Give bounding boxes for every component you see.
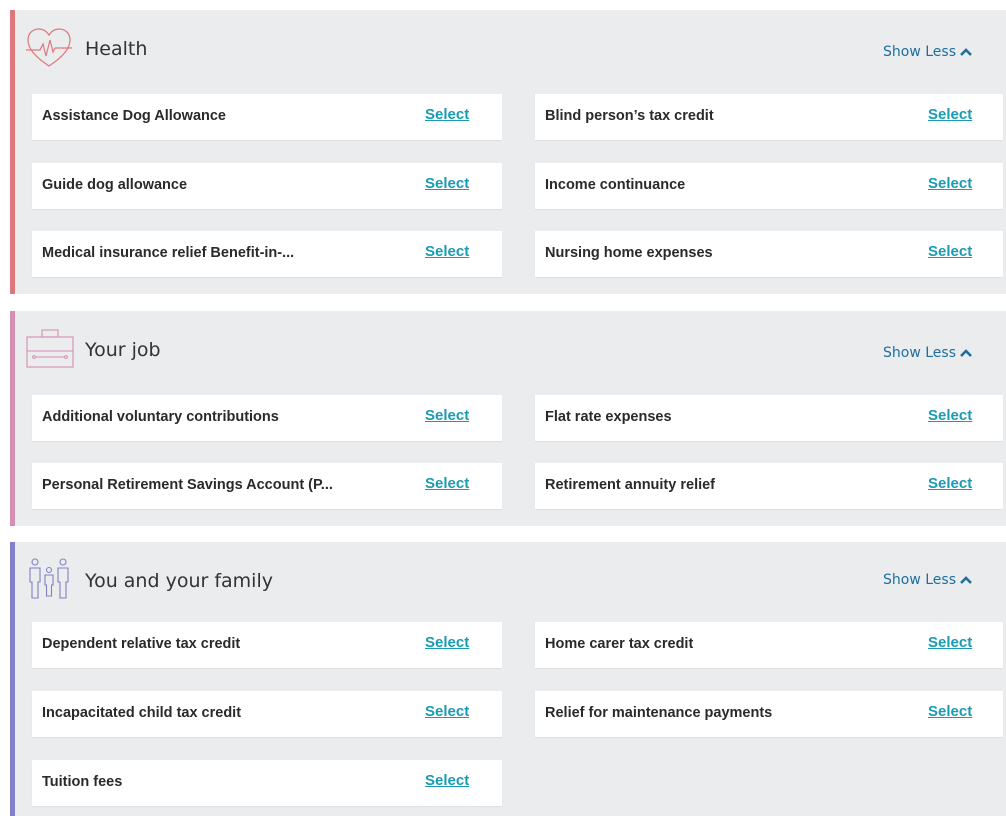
list-item: Guide dog allowance Select bbox=[32, 163, 502, 209]
item-label: Home carer tax credit bbox=[545, 636, 694, 652]
item-label: Personal Retirement Savings Account (P..… bbox=[42, 477, 333, 493]
section-you-and-your-family: You and your family Show Less Dependent … bbox=[10, 542, 1006, 816]
list-item: Nursing home expenses Select bbox=[535, 231, 1003, 277]
list-item: Blind person’s tax credit Select bbox=[535, 94, 1003, 140]
family-icon bbox=[29, 558, 69, 599]
list-item: Medical insurance relief Benefit-in-... … bbox=[32, 231, 502, 277]
list-item: Tuition fees Select bbox=[32, 760, 502, 806]
item-label: Dependent relative tax credit bbox=[42, 636, 241, 652]
item-label: Additional voluntary contributions bbox=[42, 409, 279, 425]
show-less-toggle-family[interactable]: Show Less bbox=[883, 572, 972, 588]
show-less-toggle-your-job[interactable]: Show Less bbox=[883, 345, 972, 361]
heart-pulse-icon bbox=[26, 28, 72, 67]
list-item: Incapacitated child tax credit Select bbox=[32, 691, 502, 737]
list-item: Retirement annuity relief Select bbox=[535, 463, 1003, 509]
family-accent-bar bbox=[10, 542, 15, 816]
select-link[interactable]: Select bbox=[425, 772, 469, 789]
list-item: Assistance Dog Allowance Select bbox=[32, 94, 502, 140]
section-health: Health Show Less Assistance Dog Allowanc… bbox=[10, 10, 1006, 294]
show-less-toggle-health[interactable]: Show Less bbox=[883, 44, 972, 60]
select-link[interactable]: Select bbox=[928, 703, 972, 720]
item-label: Retirement annuity relief bbox=[545, 477, 716, 493]
section-title-your-job: Your job bbox=[85, 339, 161, 361]
item-label: Income continuance bbox=[545, 177, 686, 193]
section-your-job: Your job Show Less Additional voluntary … bbox=[10, 311, 1006, 526]
item-label: Medical insurance relief Benefit-in-... bbox=[42, 245, 295, 261]
briefcase-icon bbox=[26, 329, 74, 368]
list-item: Dependent relative tax credit Select bbox=[32, 622, 502, 668]
list-item: Relief for maintenance payments Select bbox=[535, 691, 1003, 737]
chevron-up-icon bbox=[960, 349, 972, 357]
section-title-family: You and your family bbox=[85, 570, 273, 592]
select-link[interactable]: Select bbox=[425, 475, 469, 492]
item-label: Flat rate expenses bbox=[545, 409, 672, 425]
list-item: Home carer tax credit Select bbox=[535, 622, 1003, 668]
item-label: Guide dog allowance bbox=[42, 177, 188, 193]
health-accent-bar bbox=[10, 10, 15, 294]
select-link[interactable]: Select bbox=[928, 634, 972, 651]
item-label: Nursing home expenses bbox=[545, 245, 713, 261]
item-label: Assistance Dog Allowance bbox=[42, 108, 226, 124]
select-link[interactable]: Select bbox=[928, 475, 972, 492]
select-link[interactable]: Select bbox=[425, 634, 469, 651]
chevron-up-icon bbox=[960, 576, 972, 584]
list-item: Personal Retirement Savings Account (P..… bbox=[32, 463, 502, 509]
show-less-label: Show Less bbox=[883, 44, 956, 60]
item-label: Blind person’s tax credit bbox=[545, 108, 714, 124]
show-less-label: Show Less bbox=[883, 572, 956, 588]
item-label: Tuition fees bbox=[42, 774, 123, 790]
list-item: Additional voluntary contributions Selec… bbox=[32, 395, 502, 441]
select-link[interactable]: Select bbox=[928, 407, 972, 424]
item-label: Relief for maintenance payments bbox=[545, 705, 773, 721]
job-accent-bar bbox=[10, 311, 15, 526]
select-link[interactable]: Select bbox=[425, 703, 469, 720]
list-item: Flat rate expenses Select bbox=[535, 395, 1003, 441]
chevron-up-icon bbox=[960, 48, 972, 56]
select-link[interactable]: Select bbox=[928, 106, 972, 123]
show-less-label: Show Less bbox=[883, 345, 956, 361]
list-item: Income continuance Select bbox=[535, 163, 1003, 209]
select-link[interactable]: Select bbox=[425, 175, 469, 192]
select-link[interactable]: Select bbox=[425, 407, 469, 424]
select-link[interactable]: Select bbox=[928, 243, 972, 260]
section-title-health: Health bbox=[85, 38, 148, 60]
select-link[interactable]: Select bbox=[928, 175, 972, 192]
select-link[interactable]: Select bbox=[425, 106, 469, 123]
select-link[interactable]: Select bbox=[425, 243, 469, 260]
item-label: Incapacitated child tax credit bbox=[42, 705, 242, 721]
